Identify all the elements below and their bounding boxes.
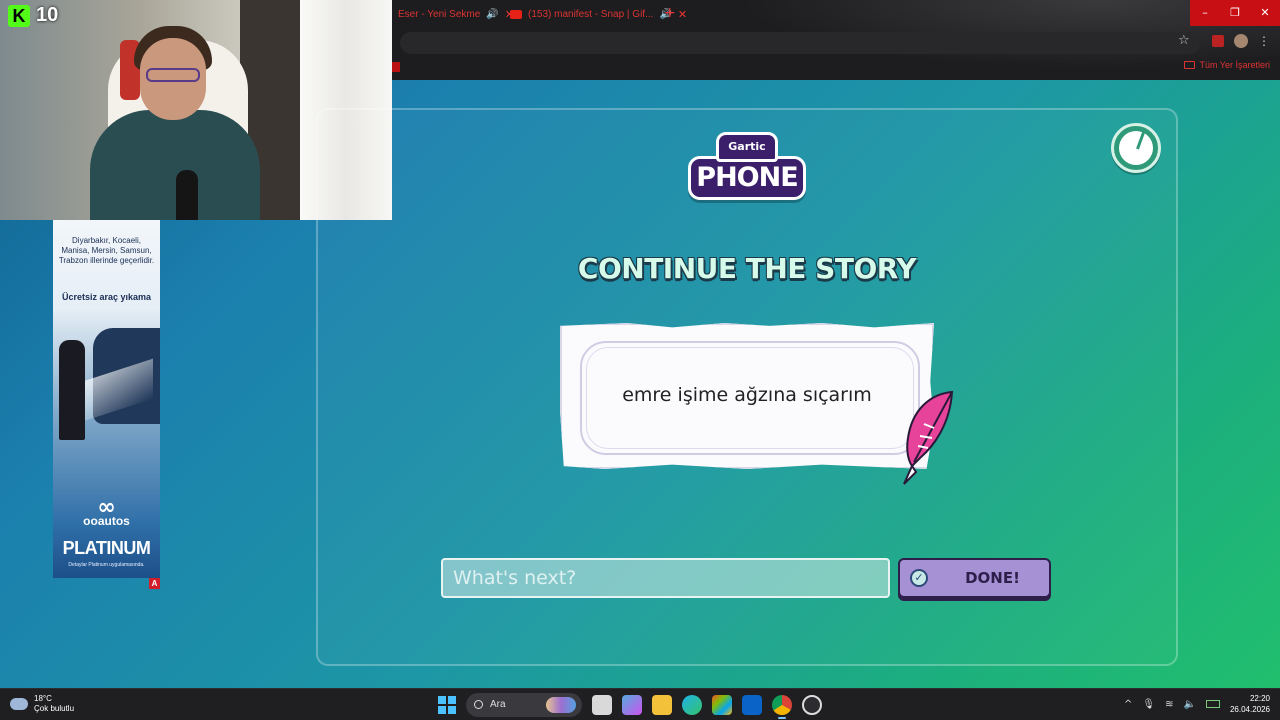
- new-tab-button[interactable]: +: [664, 5, 676, 21]
- task-view-icon[interactable]: [592, 695, 612, 715]
- bookmark-item[interactable]: [392, 62, 400, 72]
- close-window-button[interactable]: ✕: [1250, 0, 1280, 26]
- streamer-body: [90, 110, 260, 220]
- clock-time: 22:20: [1249, 694, 1270, 703]
- microphone: [176, 170, 198, 220]
- check-icon: ✓: [910, 569, 928, 587]
- battery-icon[interactable]: [1205, 700, 1220, 708]
- chevron-up-icon[interactable]: ^: [1124, 699, 1132, 710]
- tab-title: Eser - Yeni Sekme: [398, 8, 481, 20]
- youtube-icon: [510, 9, 522, 19]
- edge-icon[interactable]: [682, 695, 702, 715]
- app-icon[interactable]: [802, 695, 822, 715]
- streamer-glasses: [146, 68, 200, 82]
- restore-button[interactable]: ❐: [1220, 0, 1250, 26]
- ad-banner[interactable]: Diyarbakır, Kocaeli, Manisa, Mersin, Sam…: [53, 220, 160, 578]
- kick-viewer-badge: K 10: [8, 4, 58, 27]
- taskbar: 18°C Çok bulutlu Ara ^ 🎙 ≋ 🔈 22:20 26.04…: [0, 688, 1280, 720]
- chrome-icon[interactable]: [772, 695, 792, 719]
- ad-person-image: [59, 340, 85, 440]
- microphone-icon[interactable]: 🎙: [1142, 699, 1155, 710]
- address-bar[interactable]: [400, 32, 1200, 54]
- outlook-icon[interactable]: [742, 695, 762, 715]
- close-tab-icon[interactable]: ✕: [678, 8, 687, 21]
- wifi-icon[interactable]: ≋: [1165, 699, 1173, 710]
- quill-pen-icon: [903, 390, 954, 485]
- clock[interactable]: 22:20 26.04.2026: [1230, 693, 1270, 715]
- story-answer-input[interactable]: [441, 558, 890, 598]
- search-highlight-image: [546, 697, 576, 713]
- folder-icon: [1184, 61, 1196, 69]
- ad-brand: ooautos: [83, 514, 130, 528]
- weather-widget[interactable]: 18°C Çok bulutlu: [10, 694, 74, 714]
- taskbar-apps: Ara: [438, 693, 822, 719]
- extensions-area: ⋮: [1212, 34, 1270, 48]
- logo-bottom: PHONE: [688, 156, 806, 200]
- ad-cities-text: Diyarbakır, Kocaeli, Manisa, Mersin, Sam…: [58, 236, 155, 265]
- profile-avatar[interactable]: [1234, 34, 1248, 48]
- ad-footer: Detaylar Platinum uygulamasında.: [68, 562, 145, 568]
- bookmark-star-icon[interactable]: ☆: [1178, 33, 1190, 48]
- menu-kebab-icon[interactable]: ⋮: [1258, 34, 1270, 48]
- weather-temp: 18°C: [34, 694, 52, 703]
- bookmarks-bar: Tüm Yer İşaretleri: [392, 60, 1280, 74]
- copilot-icon[interactable]: [622, 695, 642, 715]
- minimize-button[interactable]: –: [1190, 0, 1220, 26]
- logo-phone-text: PHONE: [696, 162, 798, 193]
- taskbar-search[interactable]: Ara: [466, 693, 582, 717]
- done-button[interactable]: ✓ DONE!: [898, 558, 1051, 598]
- window-controls: – ❐ ✕: [1190, 0, 1280, 26]
- speaker-icon: 🔊: [486, 8, 499, 20]
- file-explorer-icon[interactable]: [652, 695, 672, 715]
- ad-offer-text: Ücretsiz araç yıkama: [61, 292, 152, 302]
- all-bookmarks-folder[interactable]: Tüm Yer İşaretleri: [1184, 60, 1270, 70]
- timer-icon: [1111, 123, 1161, 173]
- page-title: CONTINUE THE STORY: [577, 252, 917, 285]
- logo-top: Gartic: [716, 132, 778, 162]
- viewer-count: 10: [36, 4, 59, 26]
- weather-text: 18°C Çok bulutlu: [34, 694, 74, 714]
- browser-tab[interactable]: Eser - Yeni Sekme 🔊 ✕: [392, 4, 520, 24]
- logo-gartic-text: Gartic: [728, 140, 766, 153]
- clock-date: 26.04.2026: [1229, 705, 1270, 714]
- volume-icon[interactable]: 🔈: [1184, 699, 1196, 710]
- gartic-phone-logo: PHONE Gartic: [688, 132, 806, 202]
- kick-logo-icon: K: [8, 4, 30, 27]
- store-icon[interactable]: [712, 695, 732, 715]
- ad-choices-badge[interactable]: A: [149, 578, 160, 589]
- ad-tier: PLATINUM: [62, 538, 151, 558]
- search-label: Ara: [490, 699, 506, 710]
- weather-desc: Çok bulutlu: [34, 704, 75, 713]
- extension-icon[interactable]: [1212, 35, 1224, 47]
- cloud-icon: [10, 698, 28, 710]
- browser-chrome: Eser - Yeni Sekme 🔊 ✕ (153) manifest - S…: [392, 0, 1280, 80]
- windows-start-icon[interactable]: [438, 696, 456, 714]
- bookmark-folder-label: Tüm Yer İşaretleri: [1199, 60, 1270, 70]
- system-tray: ^ 🎙 ≋ 🔈 22:20 26.04.2026: [1124, 693, 1270, 715]
- search-icon: [474, 700, 483, 709]
- done-button-label: DONE!: [965, 569, 1020, 587]
- tab-title: (153) manifest - Snap | Gif...: [528, 8, 654, 20]
- story-text: emre işime ağzına sıçarım: [622, 384, 872, 406]
